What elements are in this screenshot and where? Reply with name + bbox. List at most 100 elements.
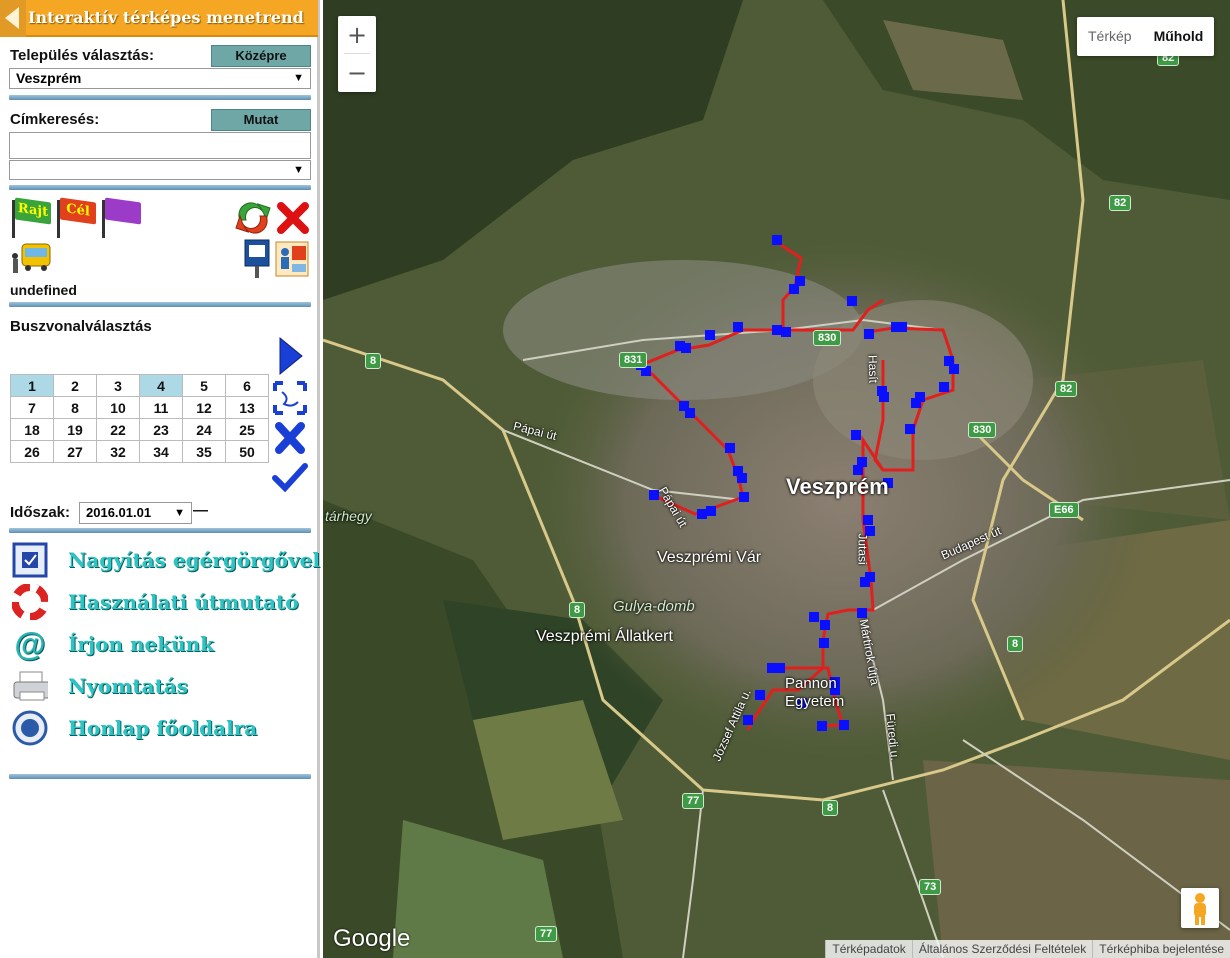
bus-line-cell[interactable]: 3: [96, 374, 140, 397]
road-shield: 77: [535, 926, 558, 942]
chevron-down-icon: ▼: [293, 164, 304, 176]
street-label-hasit: Hasít: [865, 354, 881, 384]
finish-flag-label: Cél: [60, 197, 96, 225]
period-select[interactable]: 2016.01.01 ▼: [79, 502, 192, 524]
map-type-control: Térkép Műhold: [1077, 17, 1215, 56]
menu-item-manual[interactable]: Használati útmutató: [12, 584, 312, 620]
fit-route-icon[interactable]: [272, 380, 308, 416]
finish-flag-icon[interactable]: Cél: [55, 197, 97, 238]
bus-stop-icon[interactable]: [10, 242, 52, 276]
bus-line-cell[interactable]: 12: [182, 396, 226, 419]
chevron-down-icon: ▼: [174, 507, 185, 519]
road-shield: 77: [682, 793, 705, 809]
chevron-down-icon: ▼: [293, 72, 304, 84]
bus-line-cell[interactable]: 5: [182, 374, 226, 397]
street-view-pegman-icon[interactable]: [1181, 888, 1219, 928]
period-value: 2016.01.01: [86, 505, 152, 520]
menu-item-label: Használati útmutató: [68, 590, 299, 614]
zoom-icon: [12, 542, 48, 578]
divider: [9, 528, 311, 533]
university-label: Pannon Egyetem: [785, 675, 845, 710]
terms-link[interactable]: Általános Szerződési Feltételek: [911, 940, 1092, 958]
hill-label: Gulya-domb: [613, 598, 695, 615]
bus-line-cell[interactable]: 11: [139, 396, 183, 419]
divider: [9, 185, 311, 190]
road-shield: 831: [619, 352, 648, 368]
bus-line-cell[interactable]: 13: [225, 396, 269, 419]
start-flag-label: Rajt: [15, 197, 51, 225]
bus-line-cell[interactable]: 24: [182, 418, 226, 441]
map-type-roadmap[interactable]: Térkép: [1077, 17, 1143, 56]
bus-line-cell[interactable]: 7: [10, 396, 54, 419]
menu-item-home[interactable]: Honlap főoldalra: [12, 710, 312, 746]
map-view[interactable]: Veszprém Veszprémi Vár Veszprémi Állatke…: [323, 0, 1230, 958]
confirm-check-icon[interactable]: [272, 462, 308, 492]
zoo-label: Veszprémi Állatkert: [536, 628, 673, 645]
page-title: Interaktív térképes menetrend: [28, 8, 304, 27]
city-label: Veszprém: [786, 474, 889, 499]
bus-line-cell[interactable]: 23: [139, 418, 183, 441]
report-error-link[interactable]: Térképhiba bejelentése: [1092, 940, 1230, 958]
bus-line-cell[interactable]: 18: [10, 418, 54, 441]
menu-item-zoom[interactable]: Nagyítás egérgörgővel: [12, 542, 320, 578]
tarhegy-label: tárhegy: [325, 508, 372, 524]
menu-item-label: Nagyítás egérgörgővel: [68, 548, 320, 572]
bus-line-cell[interactable]: 6: [225, 374, 269, 397]
show-button[interactable]: Mutat: [211, 109, 311, 131]
bus-line-cell[interactable]: 26: [10, 440, 54, 463]
bus-line-cell[interactable]: 25: [225, 418, 269, 441]
bus-line-label: Buszvonalválasztás: [10, 318, 152, 335]
bus-line-cell[interactable]: 22: [96, 418, 140, 441]
bus-line-grid: 1 2 3 4 5 6 7 8 10 11 12 13 18 19 22 23 …: [10, 374, 269, 463]
delete-icon[interactable]: [277, 202, 309, 234]
settlement-select[interactable]: Veszprém ▼: [9, 68, 311, 89]
period-label: Időszak:: [10, 504, 71, 521]
bus-line-cell[interactable]: 27: [53, 440, 97, 463]
road-shield: 8: [1007, 636, 1024, 652]
street-label-jutasi: Jutasi: [855, 533, 870, 565]
tag-search-input[interactable]: [9, 132, 311, 159]
period-dash: —: [193, 502, 208, 519]
center-button[interactable]: Középre: [211, 45, 311, 67]
bus-line-cell[interactable]: 50: [225, 440, 269, 463]
waypoint-flag-label: [105, 197, 141, 225]
menu-item-label: Nyomtatás: [68, 674, 189, 698]
bus-line-cell[interactable]: 4: [139, 374, 183, 397]
clear-lines-icon[interactable]: [274, 421, 306, 455]
google-logo: Google: [333, 925, 411, 952]
menu-item-label: Írjon nekünk: [68, 632, 215, 656]
waypoint-flag-icon[interactable]: [100, 197, 142, 238]
road-shield: E66: [1049, 502, 1079, 518]
bus-line-cell[interactable]: 1: [10, 374, 54, 397]
settlement-label: Település választás:: [10, 47, 154, 64]
sidebar: Interaktív térképes menetrend Település …: [0, 0, 320, 958]
map-attribution: Térképadatok Általános Szerződési Feltét…: [825, 940, 1230, 958]
start-flag-icon[interactable]: Rajt: [10, 197, 52, 238]
map-data-link[interactable]: Térképadatok: [825, 940, 911, 958]
bus-line-cell[interactable]: 8: [53, 396, 97, 419]
refresh-icon[interactable]: [234, 200, 272, 234]
road-shield: 82: [1109, 195, 1132, 211]
menu-item-contact[interactable]: @ Írjon nekünk: [12, 626, 312, 662]
tag-select[interactable]: ▼: [9, 160, 311, 180]
zoom-out-button[interactable]: −: [338, 54, 376, 92]
bus-line-cell[interactable]: 35: [182, 440, 226, 463]
zoom-control: + −: [338, 16, 376, 92]
castle-label: Veszprémi Vár: [657, 549, 762, 566]
divider: [9, 302, 311, 307]
satellite-map[interactable]: [323, 0, 1230, 958]
title-bar: Interaktív térképes menetrend: [0, 0, 318, 37]
play-icon[interactable]: [276, 336, 304, 376]
bus-line-cell[interactable]: 2: [53, 374, 97, 397]
map-type-satellite[interactable]: Műhold: [1143, 17, 1215, 56]
timetable-info-icon[interactable]: [274, 240, 310, 278]
back-arrow-icon[interactable]: [0, 0, 26, 37]
stop-sign-icon[interactable]: [242, 238, 272, 278]
zoom-in-button[interactable]: +: [338, 16, 376, 54]
bus-line-cell[interactable]: 34: [139, 440, 183, 463]
bus-line-cell[interactable]: 32: [96, 440, 140, 463]
bus-line-cell[interactable]: 10: [96, 396, 140, 419]
bus-line-cell[interactable]: 19: [53, 418, 97, 441]
menu-item-print[interactable]: Nyomtatás: [12, 668, 312, 704]
settlement-value: Veszprém: [16, 70, 82, 86]
